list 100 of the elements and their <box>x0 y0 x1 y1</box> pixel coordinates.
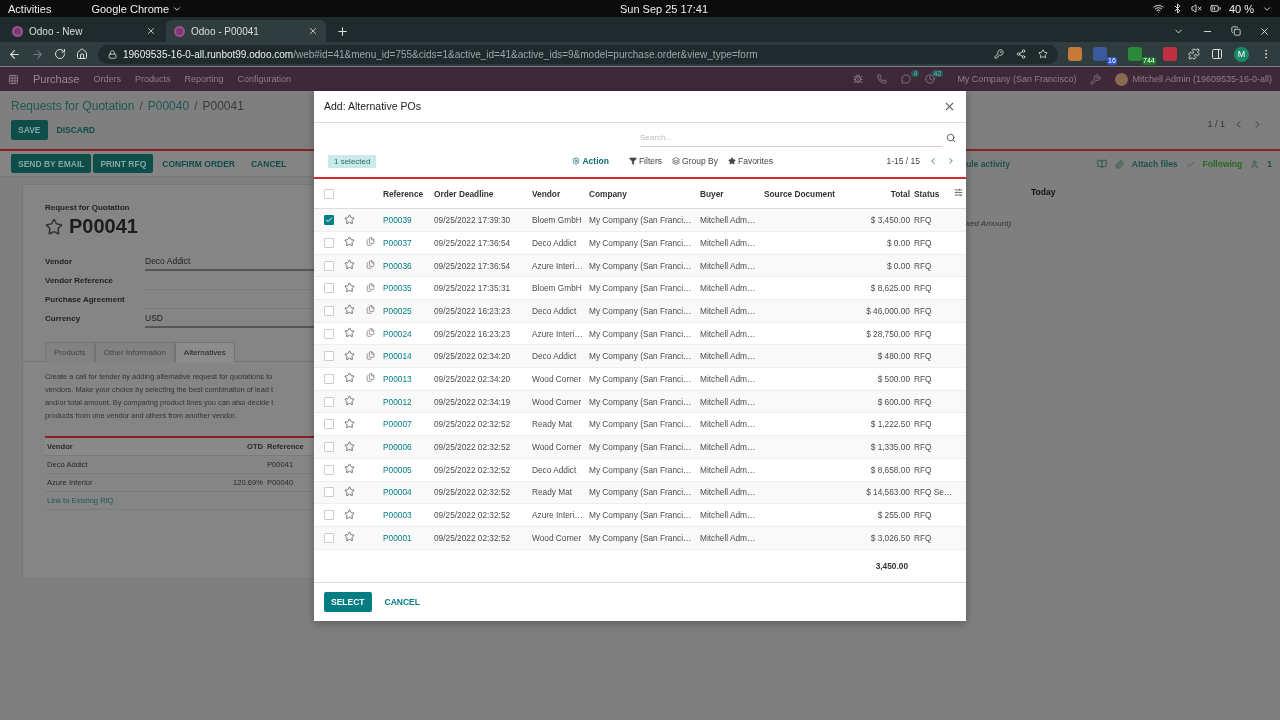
form-button[interactable]: SAVE <box>11 120 48 140</box>
dialog-button[interactable]: CANCEL <box>377 591 427 612</box>
menu-item[interactable]: Products <box>135 74 171 84</box>
table-cell: Wood Corner <box>532 435 589 459</box>
table-cell: Wood Corner <box>532 390 589 413</box>
table-cell: My Company (San Franci… <box>589 254 700 277</box>
reference-link[interactable]: P00036 <box>383 254 434 277</box>
table-cell: 09/25/2022 17:39:30 <box>434 208 532 232</box>
star-icon <box>344 281 355 293</box>
column-header[interactable]: Buyer <box>700 178 764 209</box>
app-menu[interactable]: Google Chrome <box>91 2 170 15</box>
reference-link[interactable]: P00024 <box>383 322 434 345</box>
reference-link[interactable]: P00001 <box>383 526 434 550</box>
tools-icon <box>1090 73 1102 85</box>
filter-menu[interactable]: Group By <box>672 156 718 167</box>
table-cell: RFQ <box>914 299 966 323</box>
table-cell: 09/25/2022 17:36:54 <box>434 231 532 255</box>
sum-total: 3,450.00 <box>874 559 909 573</box>
user-menu[interactable]: Mitchell Admin (19609535-16-0-all) <box>1132 74 1272 84</box>
extension-icon[interactable] <box>1068 47 1082 61</box>
bug-icon <box>853 74 864 84</box>
reference-link[interactable]: P00003 <box>383 503 434 527</box>
dialog-button[interactable]: SELECT <box>324 591 372 612</box>
reference-link[interactable]: P00004 <box>383 481 434 504</box>
side-panel-icon <box>1211 48 1223 60</box>
table-cell: RFQ <box>914 276 966 300</box>
column-header[interactable]: Status <box>914 178 954 209</box>
search-field[interactable]: Search... <box>640 128 942 147</box>
browser-tab[interactable]: Odoo - New <box>4 20 164 42</box>
form-tab[interactable]: Alternatives <box>174 342 235 362</box>
reference-link[interactable]: P00025 <box>383 299 434 323</box>
gear-icon <box>572 157 581 166</box>
reference-link[interactable]: P00007 <box>383 412 434 436</box>
reference-link[interactable]: P00013 <box>383 367 434 391</box>
menu-item[interactable]: Reporting <box>184 74 224 84</box>
star-icon <box>1038 49 1048 59</box>
table-cell: Deco Addict <box>532 231 589 255</box>
table-cell: $ 3,026.50 <box>844 526 914 550</box>
clock[interactable]: Sun Sep 25 17:41 <box>619 2 709 15</box>
table-cell: My Company (San Franci… <box>589 503 700 527</box>
favicon-icon <box>12 25 23 37</box>
table-cell: Azure Interi… <box>532 322 589 345</box>
column-header[interactable]: Source Document <box>764 178 844 209</box>
next-icon <box>946 156 956 167</box>
table-cell: My Company (San Franci… <box>589 322 700 345</box>
activities-button[interactable]: Activities <box>8 2 52 15</box>
browser-tab[interactable]: Odoo - P00041 <box>166 20 326 42</box>
lock-icon <box>108 49 117 59</box>
reference-link[interactable]: P00006 <box>383 435 434 459</box>
table-cell: 09/25/2022 17:35:31 <box>434 276 532 300</box>
table-cell: 09/25/2022 17:36:54 <box>434 254 532 277</box>
extension-icon[interactable] <box>1128 47 1142 61</box>
profile-avatar[interactable]: M <box>1234 46 1249 62</box>
chat-icon <box>901 74 912 84</box>
table-cell: $ 46,000.00 <box>844 299 914 323</box>
column-header[interactable]: Total <box>844 178 914 209</box>
column-header[interactable]: Vendor <box>532 178 589 209</box>
table-cell: 09/25/2022 02:34:19 <box>434 390 532 413</box>
menu-item[interactable]: Orders <box>93 74 121 84</box>
table-cell: Mitchell Adm… <box>700 208 764 232</box>
reference-link[interactable]: P00012 <box>383 390 434 413</box>
column-header[interactable]: Company <box>589 178 700 209</box>
table-cell: My Company (San Franci… <box>589 276 700 300</box>
table-cell: 09/25/2022 02:32:52 <box>434 481 532 504</box>
filter-menu[interactable]: Filters <box>628 156 663 167</box>
reference-link[interactable]: P00039 <box>383 208 434 232</box>
menu-item[interactable]: Configuration <box>237 74 292 84</box>
user-avatar[interactable] <box>1115 72 1129 86</box>
status-button[interactable]: CANCEL <box>244 154 294 173</box>
table-cell: Mitchell Adm… <box>700 435 764 459</box>
table-cell: RFQ <box>914 458 966 482</box>
book-icon <box>1096 159 1107 169</box>
close-icon <box>1259 25 1270 37</box>
reference-link[interactable]: P00005 <box>383 458 434 482</box>
app-name[interactable]: Purchase <box>33 73 80 85</box>
status-button[interactable]: CONFIRM ORDER <box>155 154 242 173</box>
column-header[interactable]: Reference <box>383 178 434 209</box>
star-icon <box>344 395 355 407</box>
filter-menu[interactable]: Favorites <box>727 156 773 167</box>
checkbox[interactable] <box>324 215 334 226</box>
reference-link[interactable]: P00014 <box>383 344 434 368</box>
action-menu[interactable]: Action <box>572 156 609 167</box>
extension-icon[interactable] <box>1093 47 1107 61</box>
column-header[interactable]: Order Deadline <box>434 178 532 209</box>
phone-icon <box>877 74 888 84</box>
date-separator: Today <box>1031 187 1057 197</box>
status-button[interactable]: SEND BY EMAIL <box>11 154 92 173</box>
reference-link[interactable]: P00035 <box>383 276 434 300</box>
table-cell: Wood Corner <box>532 526 589 550</box>
star-icon <box>344 213 355 225</box>
company-switcher[interactable]: My Company (San Francisco) <box>957 74 1077 84</box>
address-bar[interactable]: 19609535-16-0-all.runbot99.odoo.com/web#id=41&menu_id=755&cids=1&active_id=41&active_ids=9&model=purchase.order&view_type=form <box>98 44 1058 64</box>
field-label: Currency <box>45 313 82 325</box>
battery-icon <box>1209 3 1221 14</box>
status-button[interactable]: PRINT RFQ <box>93 154 154 173</box>
copy-icon <box>366 237 375 247</box>
table-cell: $ 1,222.50 <box>844 412 914 436</box>
extension-icon[interactable] <box>1163 47 1177 61</box>
table-cell: My Company (San Franci… <box>589 367 700 391</box>
reference-link[interactable]: P00037 <box>383 231 434 255</box>
